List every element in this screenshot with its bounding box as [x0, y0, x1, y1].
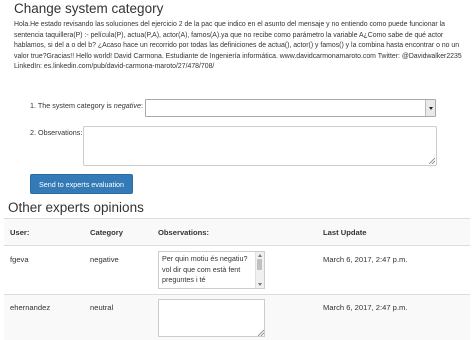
row-observations-textarea[interactable] [158, 299, 265, 337]
send-to-experts-button[interactable]: Send to experts evaluation [30, 174, 133, 194]
resize-grip-icon[interactable] [429, 158, 435, 164]
category-label-suffix: : [140, 101, 143, 110]
column-header-observations: Observations: [158, 228, 210, 237]
row-user: ehernandez [10, 303, 51, 312]
column-header-category: Category [90, 228, 123, 237]
experts-section-title: Other experts opinions [8, 200, 144, 215]
row-observations-textarea[interactable]: Per quin motiu és negatiu? vol dir que c… [158, 251, 265, 289]
chevron-down-icon [428, 106, 433, 110]
row-last-update: March 6, 2017, 2:47 p.m. [323, 303, 408, 312]
scroll-down-icon[interactable] [258, 283, 262, 286]
table-header-row: User: Category Observations: Last Update [4, 218, 470, 246]
column-header-last-update: Last Update [323, 228, 367, 237]
category-label-emphasis: negative [113, 101, 141, 110]
row-last-update: March 6, 2017, 2:47 p.m. [323, 255, 408, 264]
scroll-up-icon[interactable] [258, 254, 262, 257]
category-label-prefix: 1. The system category is [30, 101, 114, 110]
message-body: Hola.He estado revisando las soluciones … [14, 21, 462, 71]
observations-textarea[interactable] [83, 126, 437, 166]
scrollbar-thumb[interactable] [257, 259, 262, 270]
select-dropdown-button[interactable] [425, 100, 435, 116]
row-observations-text: Per quin motiu és negatiu? vol dir que c… [162, 254, 248, 284]
observations-label: 2. Observations: [30, 128, 83, 137]
resize-grip-icon[interactable] [258, 330, 264, 336]
row-category: negative [90, 255, 119, 264]
category-select[interactable] [145, 99, 436, 117]
row-user: fgeva [10, 255, 29, 264]
category-label: 1. The system category is negative: [30, 101, 143, 110]
column-header-user: User: [10, 228, 30, 237]
row-category: neutral [90, 303, 114, 312]
table-row: ehernandez neutral March 6, 2017, 2:47 p… [4, 295, 470, 340]
observations-scrollbar[interactable] [255, 252, 264, 288]
experts-table: User: Category Observations: Last Update… [4, 218, 470, 340]
page-title: Change system category [14, 1, 164, 16]
table-row: fgeva negative Per quin motiu és negatiu… [4, 246, 470, 295]
